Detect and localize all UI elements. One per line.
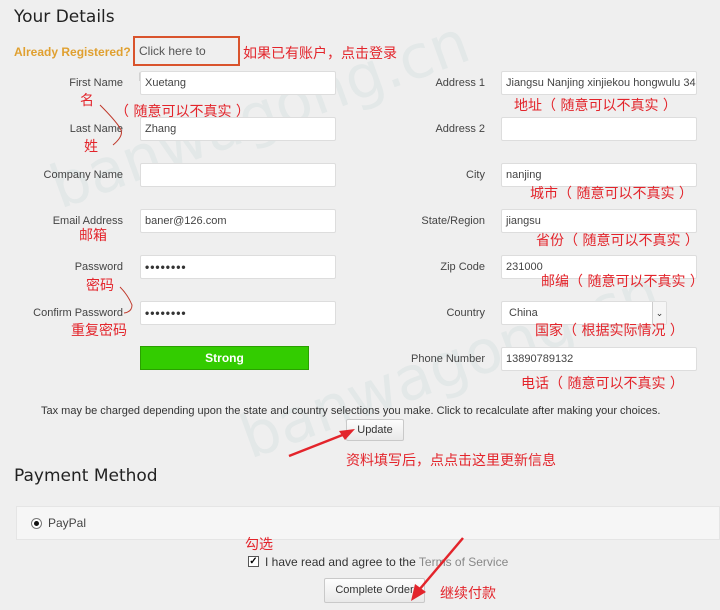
confirm-password-label: Confirm Password	[33, 307, 123, 319]
country-select-value: China	[509, 307, 538, 319]
password-strength-indicator: Strong	[140, 346, 309, 370]
first-name-input[interactable]: Xuetang	[140, 71, 336, 95]
address2-input[interactable]	[501, 117, 697, 141]
last-name-input[interactable]: Zhang	[140, 117, 336, 141]
confirm-password-input[interactable]: ••••••••	[140, 301, 336, 325]
terms-checkbox[interactable]: ✓	[248, 556, 259, 567]
annotation-check: 勾选	[245, 537, 273, 553]
email-label: Email Address	[52, 215, 123, 227]
paypal-radio[interactable]	[31, 518, 42, 529]
annotation-complete: 继续付款	[440, 586, 496, 602]
annotation-curve	[119, 286, 133, 314]
annotation-password: 密码	[86, 278, 114, 294]
company-name-label: Company Name	[43, 169, 123, 181]
email-input[interactable]: baner@126.com	[140, 209, 336, 233]
annotation-curve	[99, 104, 122, 146]
city-label: City	[466, 169, 485, 181]
annotation-phone: 电话（ 随意可以不真实 ）	[521, 376, 684, 392]
annotation-country: 国家（ 根据实际情况 ）	[535, 323, 684, 339]
login-link[interactable]: Click here to login	[133, 36, 240, 84]
address1-input[interactable]: Jiangsu Nanjing xinjiekou hongwulu 348	[501, 71, 697, 95]
annotation-state: 省份（ 随意可以不真实 ）	[536, 233, 699, 249]
state-label: State/Region	[421, 215, 485, 227]
address1-label: Address 1	[435, 77, 485, 89]
annotation-login: 如果已有账户，点击登录	[243, 46, 397, 62]
zip-label: Zip Code	[440, 261, 485, 273]
annotation-city: 城市（ 随意可以不真实 ）	[530, 186, 693, 202]
payment-panel: PayPal	[16, 506, 720, 540]
annotation-first-name: 名	[80, 93, 94, 109]
paypal-label[interactable]: PayPal	[48, 516, 86, 530]
already-registered-label: Already Registered?	[14, 45, 131, 59]
terms-text: I have read and agree to the Terms of Se…	[265, 555, 508, 569]
country-label: Country	[446, 307, 485, 319]
phone-label: Phone Number	[411, 353, 485, 365]
password-label: Password	[74, 261, 123, 273]
password-input[interactable]: ••••••••	[140, 255, 336, 279]
annotation-confirm-password: 重复密码	[71, 323, 127, 339]
tax-notice: Tax may be charged depending upon the st…	[41, 405, 661, 417]
company-name-input[interactable]	[140, 163, 336, 187]
phone-input[interactable]: 13890789132	[501, 347, 697, 371]
first-name-label: First Name	[69, 77, 123, 89]
annotation-zip: 邮编（ 随意可以不真实 ）	[541, 274, 704, 290]
annotation-email: 邮箱	[79, 228, 107, 244]
annotation-address: 地址（ 随意可以不真实 ）	[514, 98, 677, 114]
terms-label: I have read and agree to the	[265, 555, 419, 569]
address2-label: Address 2	[435, 123, 485, 135]
section-title-your-details: Your Details	[14, 7, 115, 27]
annotation-update: 资料填写后，点点击这里更新信息	[346, 453, 556, 469]
section-title-payment: Payment Method	[14, 466, 158, 486]
